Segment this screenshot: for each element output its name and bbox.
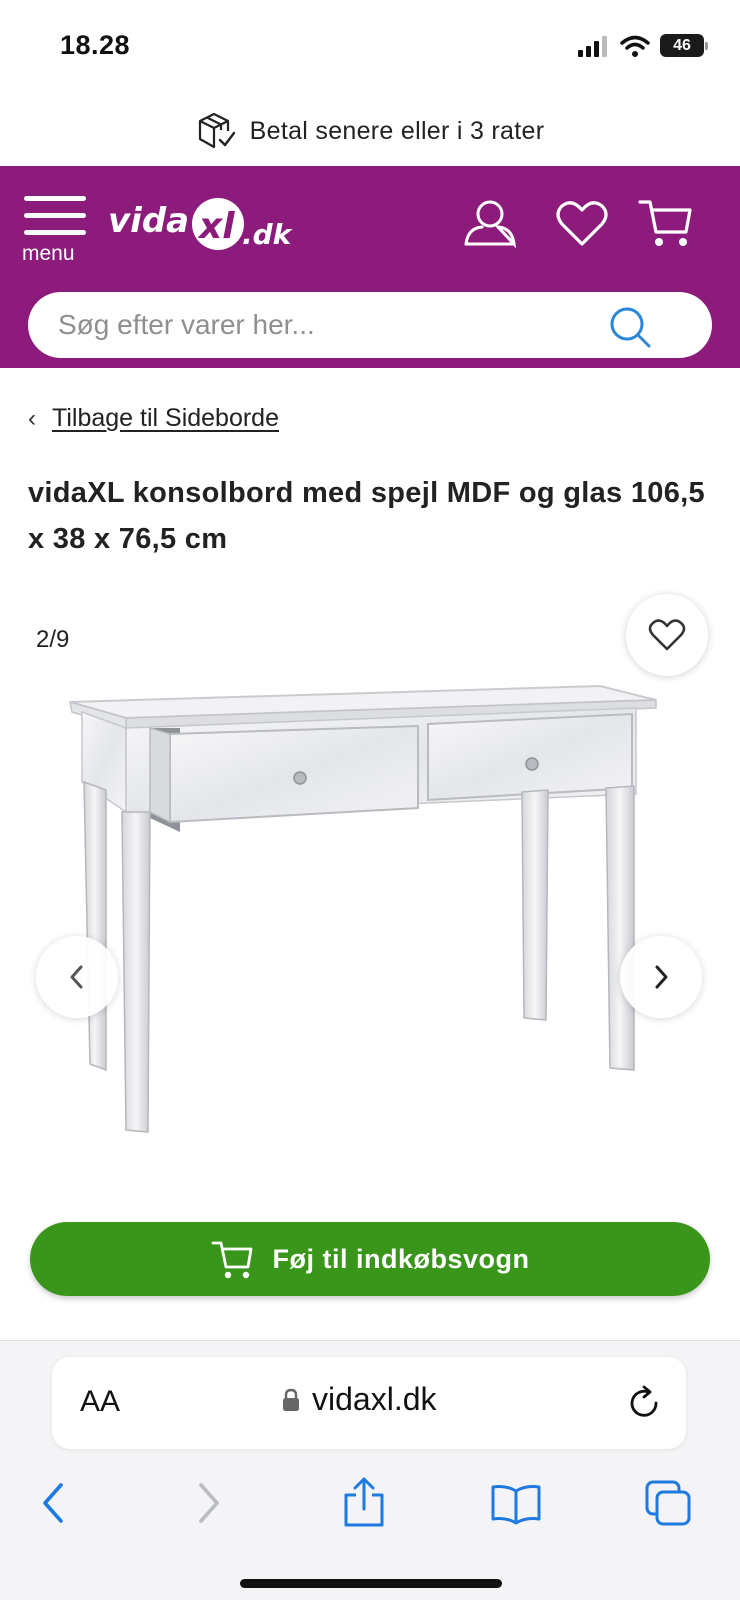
menu-button[interactable]: menu bbox=[22, 192, 92, 270]
product-image[interactable] bbox=[60, 682, 680, 1162]
home-indicator bbox=[240, 1579, 502, 1588]
page: 18.28 46 Betal senere eller i 3 rater me… bbox=[0, 0, 740, 1600]
share-button[interactable] bbox=[336, 1475, 392, 1531]
browser-toolbar bbox=[0, 1467, 740, 1547]
chevron-right-icon bbox=[199, 1483, 219, 1523]
chevron-left-icon bbox=[43, 1483, 63, 1523]
tabs-button[interactable] bbox=[640, 1475, 696, 1531]
bookmarks-icon bbox=[491, 1485, 541, 1525]
svg-text:xl: xl bbox=[197, 206, 235, 247]
menu-icon bbox=[24, 196, 86, 247]
vidaxl-logo[interactable]: vida xl .dk bbox=[108, 186, 308, 266]
reload-icon[interactable] bbox=[624, 1383, 664, 1423]
tabs-icon bbox=[645, 1480, 691, 1526]
wishlist-button[interactable] bbox=[626, 594, 708, 676]
search-icon[interactable] bbox=[608, 305, 652, 349]
site-header: menu vida xl .dk bbox=[0, 166, 740, 368]
status-time: 18.28 bbox=[60, 30, 131, 60]
svg-text:.dk: .dk bbox=[242, 218, 294, 251]
menu-label: menu bbox=[22, 242, 75, 265]
search-box bbox=[28, 292, 712, 358]
forward-button[interactable] bbox=[180, 1475, 236, 1531]
url-text: vidaxl.dk bbox=[312, 1381, 437, 1417]
status-icons: 46 bbox=[578, 34, 708, 57]
signal-icon bbox=[578, 35, 607, 57]
url-display[interactable]: vidaxl.dk bbox=[282, 1381, 437, 1418]
image-counter: 2/9 bbox=[36, 626, 70, 653]
add-to-cart-button[interactable]: Føj til indkøbsvogn bbox=[30, 1222, 710, 1296]
back-button[interactable] bbox=[26, 1475, 82, 1531]
chevron-left-icon: ‹ bbox=[28, 404, 36, 432]
address-bar[interactable]: AA vidaxl.dk bbox=[52, 1357, 686, 1449]
breadcrumb-link[interactable]: Tilbage til Sideborde bbox=[52, 404, 279, 433]
search-input[interactable] bbox=[58, 292, 598, 358]
add-to-cart-label: Føj til indkøbsvogn bbox=[272, 1243, 530, 1274]
product-title: vidaXL konsolbord med spejl MDF og glas … bbox=[28, 477, 705, 555]
status-bar: 18.28 46 bbox=[0, 0, 740, 96]
box-check-icon bbox=[198, 112, 235, 149]
chevron-right-icon bbox=[655, 965, 668, 989]
wifi-icon bbox=[620, 35, 650, 57]
promo-banner[interactable]: Betal senere eller i 3 rater bbox=[0, 96, 740, 166]
user-icon[interactable] bbox=[458, 194, 518, 254]
share-icon bbox=[344, 1477, 384, 1527]
gallery-next-button[interactable] bbox=[620, 936, 702, 1018]
heart-icon bbox=[648, 619, 686, 651]
breadcrumb[interactable]: ‹ Tilbage til Sideborde bbox=[28, 404, 279, 433]
lock-icon bbox=[283, 1388, 299, 1411]
promo-text: Betal senere eller i 3 rater bbox=[249, 116, 545, 145]
chevron-left-icon bbox=[70, 965, 83, 989]
browser-chrome: AA vidaxl.dk bbox=[0, 1340, 740, 1600]
cart-icon bbox=[211, 1241, 252, 1279]
heart-icon[interactable] bbox=[552, 194, 612, 254]
gallery-prev-button[interactable] bbox=[36, 936, 118, 1018]
svg-text:vida: vida bbox=[108, 201, 189, 241]
text-size-button[interactable]: AA bbox=[80, 1385, 120, 1419]
battery-indicator: 46 bbox=[660, 34, 708, 57]
bookmarks-button[interactable] bbox=[488, 1475, 544, 1531]
cart-icon[interactable] bbox=[636, 194, 696, 254]
product-gallery: 2/9 bbox=[0, 590, 740, 1180]
